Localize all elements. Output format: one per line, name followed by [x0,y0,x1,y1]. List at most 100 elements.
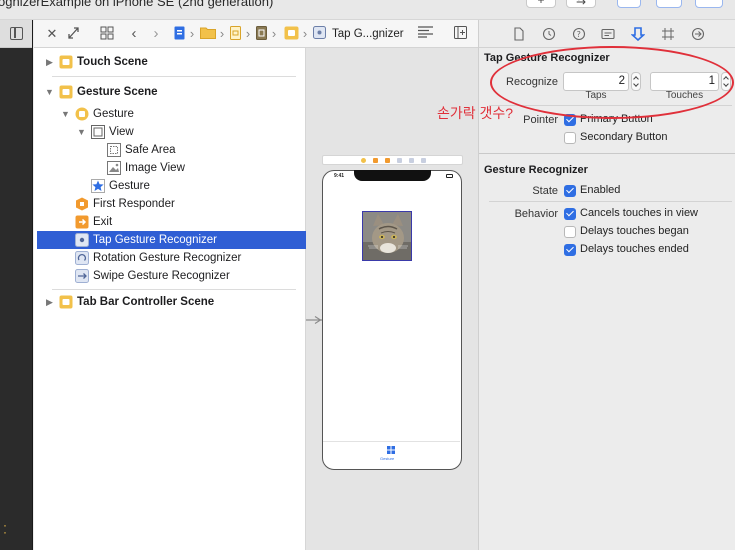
rotation-gesture-icon[interactable] [409,158,414,163]
segue-arrow-head-icon [314,316,322,324]
secondary-button-label[interactable]: Secondary Button [580,131,667,143]
disclosure-triangle-expanded-icon[interactable]: ▼ [61,105,70,123]
inspector-toggle-button[interactable] [695,0,723,8]
outline-row-label: Gesture Scene [77,86,158,98]
outline-row-label: Exit [93,216,113,228]
add-editor-right-icon[interactable] [454,26,468,42]
tab-bar-item-icon[interactable] [386,445,396,455]
exit-icon[interactable] [385,158,390,163]
chevron-right-icon: › [189,26,195,41]
safe-area-icon [107,143,121,157]
outline-row-exit[interactable]: Exit [37,213,306,231]
view-controller-icon[interactable] [361,158,366,163]
expand-icon[interactable] [67,26,81,42]
scene-icon [59,55,73,69]
close-editor-icon[interactable]: ✕ [46,26,58,42]
cancels-touches-checkbox[interactable] [564,208,576,220]
outline-row-tab-bar-item[interactable]: Gesture [37,177,306,195]
storyboard-canvas[interactable]: 9:41 Gesture [306,48,478,550]
outline-row-gesture-scene[interactable]: ▼ Gesture Scene [37,83,306,101]
document-items-icon[interactable] [417,26,435,42]
size-inspector-icon[interactable] [661,27,675,41]
jump-bar: ✕ ‹ › › › › › › Tap G...gnizer [34,20,478,48]
inspector-tab-bar: ? [479,20,735,48]
battery-icon [446,174,453,178]
outline-row-touch-scene[interactable]: ▶ Touch Scene [37,53,306,71]
delays-touches-began-checkbox[interactable] [564,226,576,238]
tap-gesture-icon [75,233,89,247]
navigator-toggle-button[interactable] [617,0,641,8]
enabled-checkbox[interactable] [564,185,576,197]
state-label: State [532,185,558,197]
document-outline: ▶ Touch Scene ▼ Gesture Scene ▼ Gesture … [34,48,306,550]
disclosure-triangle-expanded-icon[interactable]: ▼ [45,83,54,101]
svg-text:?: ? [577,30,581,39]
project-icon[interactable] [174,26,186,42]
disclosure-triangle-collapsed-icon[interactable]: ▶ [46,53,53,71]
outline-row-label: Gesture [109,180,150,192]
storyboard-base-icon[interactable] [256,26,268,42]
outline-row-label: Tab Bar Controller Scene [77,296,215,308]
delays-touches-ended-checkbox[interactable] [564,244,576,256]
delays-touches-began-label[interactable]: Delays touches began [580,225,689,237]
delays-touches-ended-label[interactable]: Delays touches ended [580,243,689,255]
outline-row-first-responder[interactable]: First Responder [37,195,306,213]
scene-icon[interactable] [284,26,300,42]
iphone-scene-preview[interactable]: 9:41 Gesture [322,170,462,470]
back-icon[interactable]: ‹ [128,26,140,42]
outline-row-label: Safe Area [125,144,176,156]
outline-row-tap-gesture-recognizer[interactable]: Tap Gesture Recognizer [37,231,306,249]
secondary-button-checkbox[interactable] [564,132,576,144]
section-divider [479,153,735,154]
behavior-label: Behavior [514,208,558,220]
outline-row-label: View [109,126,134,138]
code-review-button[interactable]: ⇆ [566,0,596,8]
outline-row-rotation-gesture-recognizer[interactable]: Rotation Gesture Recognizer [37,249,306,267]
disclosure-triangle-expanded-icon[interactable]: ▼ [77,123,86,141]
outline-row-swipe-gesture-recognizer[interactable]: Swipe Gesture Recognizer [37,267,306,285]
disclosure-triangle-collapsed-icon[interactable]: ▶ [46,293,53,311]
jump-bar-current-item[interactable]: Tap G...gnizer [332,26,404,42]
cat-image [363,212,411,260]
swipe-gesture-icon [75,269,89,283]
star-icon [91,179,105,193]
window-title-bar: ognizerExample on iPhone SE (2nd generat… [0,0,735,20]
cancels-touches-label[interactable]: Cancels touches in view [580,207,698,219]
quick-help-icon[interactable]: ? [572,27,586,41]
folder-icon[interactable] [200,26,218,42]
swipe-gesture-icon[interactable] [421,158,426,163]
tap-gesture-icon[interactable] [397,158,402,163]
enabled-label[interactable]: Enabled [580,184,620,196]
editor-gutter: · · [0,20,33,550]
chevron-right-icon: › [219,26,225,41]
outline-row-gesture-view-controller[interactable]: ▼ Gesture [37,105,306,123]
adjust-editor-options[interactable] [0,20,32,48]
file-inspector-icon[interactable] [512,27,526,41]
drag-handle-icon[interactable]: · · [3,519,7,538]
scene-dock[interactable] [322,155,463,165]
connections-inspector-icon[interactable] [691,27,705,41]
identity-inspector-icon[interactable] [601,27,615,41]
tap-gesture-icon[interactable] [313,26,327,42]
first-responder-icon[interactable] [373,158,378,163]
status-bar-time: 9:41 [334,173,345,179]
add-editor-icon[interactable] [10,27,23,40]
outline-row-view[interactable]: ▼ View [37,123,306,141]
outline-row-image-view[interactable]: Image View [37,159,306,177]
forward-icon[interactable]: › [150,26,162,42]
attributes-inspector-icon[interactable] [631,27,645,41]
outline-row-safe-area[interactable]: Safe Area [37,141,306,159]
debug-area-toggle-button[interactable] [656,0,682,8]
outline-row-label: Swipe Gesture Recognizer [93,270,230,282]
tab-bar[interactable]: Gesture [323,441,460,469]
library-button[interactable]: + [526,0,556,8]
cat-image-view[interactable] [362,211,412,261]
first-responder-icon [76,197,88,211]
outline-row-tab-bar-controller-scene[interactable]: ▶ Tab Bar Controller Scene [37,293,306,311]
history-inspector-icon[interactable] [542,27,556,41]
tab-bar-item-label[interactable]: Gesture [380,456,394,461]
storyboard-file-icon[interactable] [230,26,242,42]
chevron-right-icon: › [302,26,308,41]
related-items-icon[interactable] [100,26,114,42]
outline-row-label: Touch Scene [77,56,148,68]
